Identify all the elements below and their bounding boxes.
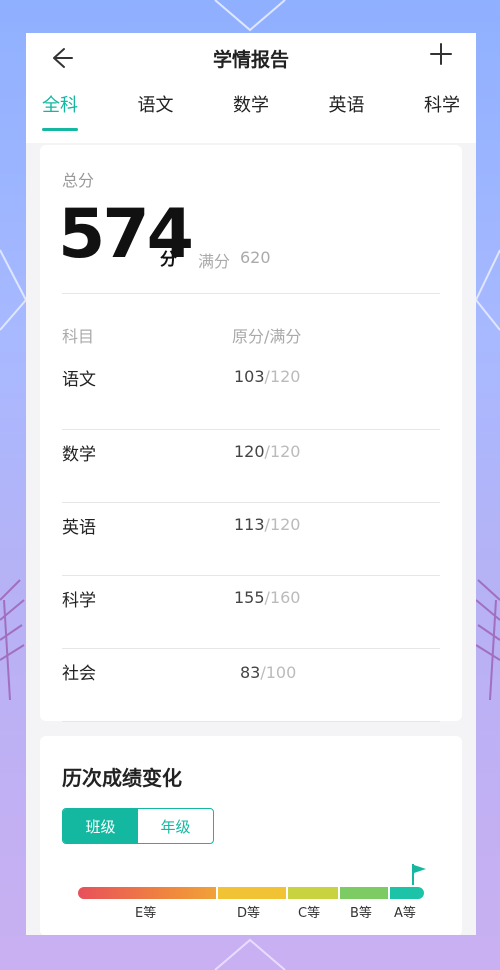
grade-label-c: C等	[298, 906, 321, 921]
tab-math[interactable]: 数学	[233, 91, 269, 125]
subject-score: 155/160	[234, 588, 301, 607]
toggle-grade[interactable]: 年级	[138, 809, 213, 843]
grade-segment-b	[340, 887, 388, 899]
grade-label-b: B等	[350, 906, 372, 921]
divider	[62, 293, 440, 294]
tab-science[interactable]: 科学	[424, 91, 460, 125]
grade-segment-e	[78, 887, 216, 899]
subject-name: 英语	[62, 518, 96, 538]
full-score-value: 620	[240, 248, 271, 267]
subject-name: 社会	[62, 664, 96, 684]
tab-chinese[interactable]: 语文	[138, 91, 174, 125]
table-row: 语文 103/120	[40, 357, 462, 430]
table-row: 科学 155/160	[40, 576, 462, 649]
full-score-label: 满分	[198, 252, 231, 271]
score-card: 总分 574 分 满分 620 科目 原分/满分 语文 103/120 数学 1…	[40, 145, 462, 722]
total-score-label: 总分	[62, 171, 95, 190]
grade-label-d: D等	[237, 906, 261, 921]
subject-score: 83/100	[240, 663, 297, 682]
table-row: 社会 83/100	[40, 649, 462, 722]
subject-score: 120/120	[234, 442, 301, 461]
page-title: 学情报告	[212, 49, 289, 71]
row-divider	[62, 721, 440, 722]
subject-tabs: 全科 语文 数学 英语 科学	[26, 91, 476, 131]
history-title: 历次成绩变化	[62, 766, 182, 790]
grade-label-a: A等	[394, 906, 416, 921]
subject-score: 103/120	[234, 367, 301, 386]
subject-name: 数学	[62, 445, 96, 465]
score-unit: 分	[160, 250, 177, 270]
phone-screen: 学情报告 全科 语文 数学 英语 科学 总分 574 分 满分 620 科目 原…	[26, 33, 476, 935]
toggle-class[interactable]: 班级	[63, 809, 138, 843]
grade-label-e: E等	[135, 906, 157, 921]
grade-segment-c	[288, 887, 338, 899]
subject-name: 语文	[62, 370, 96, 390]
table-header-score: 原分/满分	[232, 327, 302, 346]
grade-segment-d	[218, 887, 286, 899]
subject-name: 科学	[62, 591, 96, 611]
flag-icon	[412, 864, 426, 885]
grade-segment-a	[390, 887, 424, 899]
subject-score: 113/120	[234, 515, 301, 534]
scope-toggle: 班级 年级	[62, 808, 214, 844]
top-bar: 学情报告 全科 语文 数学 英语 科学	[26, 33, 476, 143]
grade-bar	[78, 887, 424, 899]
plus-icon[interactable]	[428, 41, 454, 67]
tab-all[interactable]: 全科	[42, 91, 78, 131]
table-row: 英语 113/120	[40, 503, 462, 576]
table-header-subject: 科目	[62, 327, 95, 346]
tab-english[interactable]: 英语	[329, 91, 365, 125]
table-row: 数学 120/120	[40, 430, 462, 503]
history-card: 历次成绩变化 班级 年级 E等 D等 C等 B等 A等	[40, 736, 462, 935]
